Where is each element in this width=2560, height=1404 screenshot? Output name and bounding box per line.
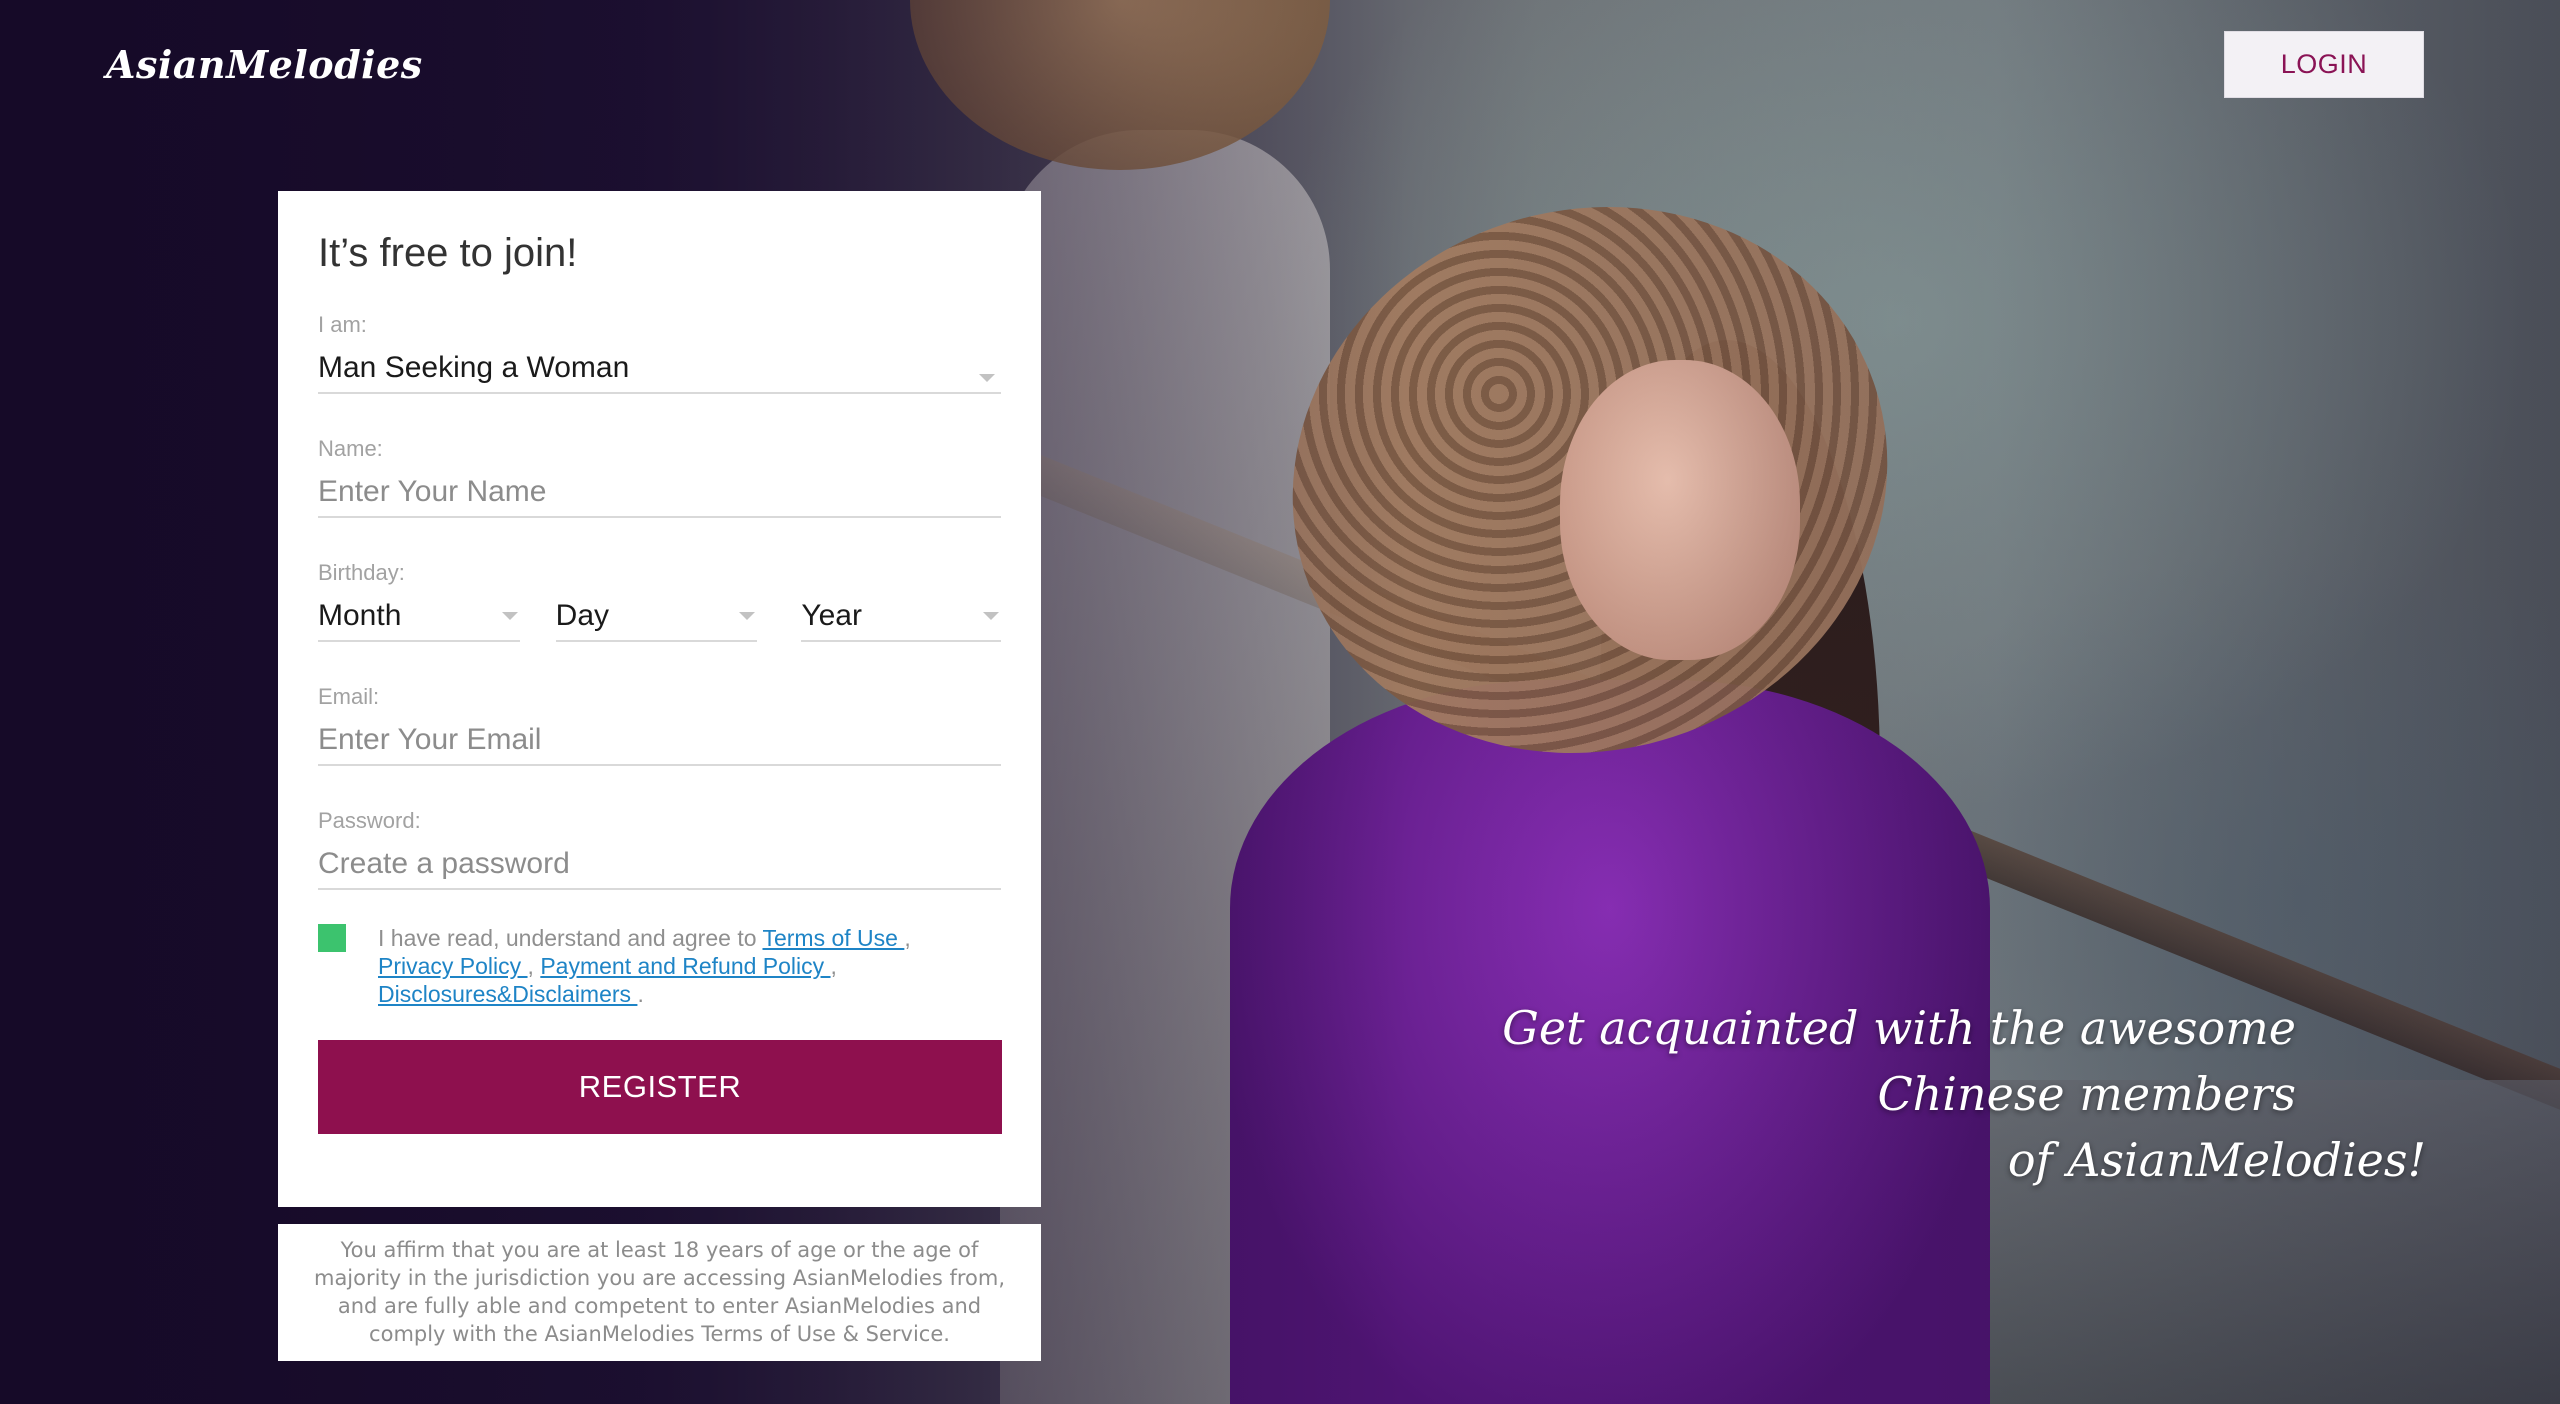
- chevron-down-icon: [979, 374, 995, 382]
- email-input[interactable]: Enter Your Email: [318, 716, 1001, 766]
- name-label: Name:: [318, 436, 383, 461]
- hero-tagline: Get acquainted with the awesome Chinese …: [1326, 995, 2426, 1193]
- birthday-year-value: Year: [801, 599, 862, 632]
- terms-checkbox[interactable]: [318, 924, 346, 952]
- name-input[interactable]: Enter Your Name: [318, 468, 1001, 518]
- payment-refund-policy-link[interactable]: Payment and Refund Policy: [540, 953, 830, 979]
- birthday-day-select[interactable]: Day: [555, 592, 758, 642]
- site-logo[interactable]: AsianMelodies: [106, 42, 423, 87]
- email-placeholder: Enter Your Email: [318, 723, 542, 756]
- birthday-month-select[interactable]: Month: [318, 592, 520, 642]
- terms-separator: ,: [904, 925, 911, 951]
- chevron-down-icon: [501, 612, 518, 620]
- terms-end: .: [637, 981, 644, 1007]
- chevron-down-icon: [983, 612, 1000, 620]
- password-placeholder: Create a password: [318, 847, 570, 880]
- email-label: Email:: [318, 684, 380, 709]
- birthday-month-value: Month: [318, 599, 402, 632]
- birthday-label: Birthday:: [318, 560, 405, 585]
- terms-of-use-link[interactable]: Terms of Use: [762, 925, 904, 951]
- birthday-day-value: Day: [555, 599, 610, 632]
- chevron-down-icon: [739, 612, 756, 620]
- registration-form: It’s free to join! I am: Man Seeking a W…: [278, 191, 1041, 1207]
- gender-seeking-value: Man Seeking a Woman: [318, 351, 630, 384]
- register-button[interactable]: REGISTER: [318, 1040, 1002, 1134]
- login-button[interactable]: LOGIN: [2224, 31, 2424, 98]
- hero-tagline-line2: of AsianMelodies!: [2007, 1133, 2426, 1187]
- gender-seeking-field[interactable]: I am: Man Seeking a Woman: [318, 312, 1001, 394]
- name-field: Name: Enter Your Name: [318, 436, 1001, 518]
- password-label: Password:: [318, 808, 421, 833]
- terms-separator: ,: [830, 953, 837, 979]
- privacy-policy-link[interactable]: Privacy Policy: [378, 953, 528, 979]
- gender-seeking-label: I am:: [318, 312, 367, 337]
- terms-text: I have read, understand and agree to Ter…: [378, 924, 911, 1008]
- birthday-field: Birthday: Month Day Year: [318, 560, 1002, 642]
- terms-separator: ,: [527, 953, 541, 979]
- password-input[interactable]: Create a password: [318, 840, 1001, 890]
- gender-seeking-select[interactable]: Man Seeking a Woman: [318, 344, 1001, 394]
- age-disclaimer: You affirm that you are at least 18 year…: [278, 1224, 1041, 1361]
- disclosures-disclaimers-link[interactable]: Disclosures&Disclaimers: [378, 981, 637, 1007]
- name-placeholder: Enter Your Name: [318, 475, 547, 508]
- terms-intro: I have read, understand and agree to: [378, 925, 763, 951]
- email-field: Email: Enter Your Email: [318, 684, 1001, 766]
- terms-agreement: I have read, understand and agree to Ter…: [318, 924, 1001, 1008]
- password-field: Password: Create a password: [318, 808, 1001, 890]
- form-title: It’s free to join!: [318, 231, 578, 275]
- hero-tagline-line1: Get acquainted with the awesome Chinese …: [1502, 1001, 2296, 1121]
- birthday-year-select[interactable]: Year: [801, 592, 1002, 642]
